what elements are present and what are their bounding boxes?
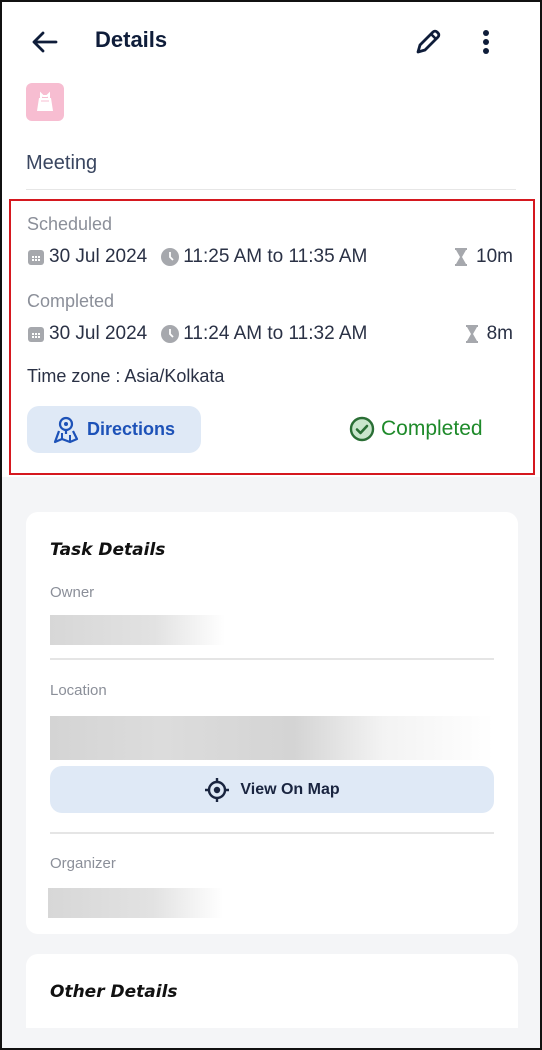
location-label: Location bbox=[50, 682, 107, 699]
activity-summary-section: Details Meeting Scheduled 30 Jul 2024 11… bbox=[2, 2, 540, 477]
divider bbox=[26, 189, 516, 190]
calendar-icon bbox=[27, 325, 45, 343]
other-details-card: Other Details bbox=[26, 954, 518, 1028]
check-circle-icon bbox=[349, 416, 375, 442]
view-on-map-label: View On Map bbox=[240, 780, 340, 798]
map-pin-icon bbox=[53, 416, 79, 443]
page-title: Details bbox=[95, 27, 168, 52]
timezone-label: Time zone : Asia/Kolkata bbox=[27, 366, 225, 386]
edit-button[interactable] bbox=[408, 24, 448, 60]
scheduled-time-range: 11:25 AM to 11:35 AM bbox=[183, 246, 368, 267]
organizer-value-placeholder bbox=[48, 888, 223, 918]
other-details-title: Other Details bbox=[50, 982, 178, 1002]
scheduled-row: 30 Jul 2024 11:25 AM to 11:35 AM 10m bbox=[27, 244, 513, 270]
arrow-left-icon bbox=[32, 31, 58, 53]
pencil-icon bbox=[416, 29, 441, 54]
task-details-title: Task Details bbox=[50, 540, 166, 560]
owner-value-placeholder bbox=[50, 615, 225, 645]
clock-icon bbox=[161, 325, 180, 343]
directions-label: Directions bbox=[86, 419, 176, 439]
calendar-icon bbox=[27, 248, 45, 266]
divider bbox=[50, 832, 494, 834]
activity-type-badge bbox=[26, 83, 64, 121]
completed-time-range: 11:24 AM to 11:32 AM bbox=[183, 323, 368, 344]
scheduled-date: 30 Jul 2024 bbox=[49, 246, 148, 267]
completed-date: 30 Jul 2024 bbox=[49, 323, 148, 344]
status-badge: Completed bbox=[349, 416, 483, 442]
more-options-button[interactable] bbox=[470, 24, 502, 60]
meeting-bag-icon bbox=[37, 91, 53, 111]
directions-button[interactable]: Directions bbox=[27, 406, 201, 453]
status-label: Completed bbox=[381, 417, 483, 440]
owner-label: Owner bbox=[50, 584, 95, 601]
location-value-placeholder bbox=[50, 716, 494, 760]
completed-duration: 8m bbox=[463, 323, 513, 345]
back-button[interactable] bbox=[26, 24, 62, 60]
clock-icon bbox=[161, 248, 180, 266]
more-vertical-icon bbox=[483, 30, 489, 54]
completed-row: 30 Jul 2024 11:24 AM to 11:32 AM 8m bbox=[27, 321, 513, 347]
activity-type-label: Meeting bbox=[26, 152, 98, 174]
schedule-panel: Scheduled 30 Jul 2024 11:25 AM to 11:35 … bbox=[9, 199, 535, 475]
divider bbox=[50, 658, 494, 660]
hourglass-icon bbox=[463, 325, 481, 343]
app-bar: Details bbox=[2, 2, 540, 82]
scheduled-duration: 10m bbox=[452, 246, 513, 268]
organizer-label: Organizer bbox=[50, 855, 116, 872]
completed-label: Completed bbox=[27, 291, 115, 311]
view-on-map-button[interactable]: View On Map bbox=[50, 766, 494, 813]
crosshair-icon bbox=[205, 777, 230, 802]
scheduled-label: Scheduled bbox=[27, 214, 113, 234]
task-details-card: Task Details Owner Location View On Map … bbox=[26, 512, 518, 934]
hourglass-icon bbox=[452, 248, 470, 266]
